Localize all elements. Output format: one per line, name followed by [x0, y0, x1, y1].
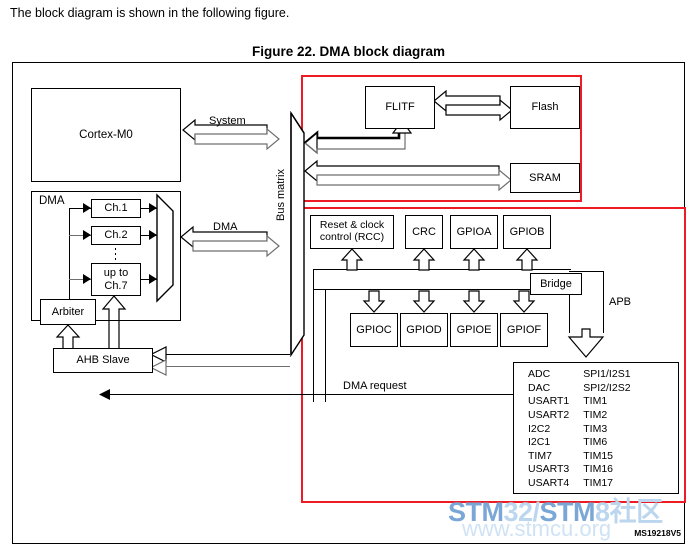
label-apb: APB: [609, 296, 632, 308]
block-bus-matrix: [290, 111, 305, 357]
apb-item: TIM17: [583, 477, 614, 490]
apb-item: SPI1/I2S1: [583, 368, 631, 380]
block-gpiod-label: GPIOD: [406, 323, 442, 336]
label-system: System: [209, 115, 246, 127]
bridge-down-left: [569, 295, 571, 333]
block-gpioe: GPIOE: [450, 313, 498, 347]
label-dma-bus: DMA: [213, 221, 238, 233]
apb-item: TIM3: [583, 422, 608, 435]
arrowhead-ahb-return-lower: [149, 359, 167, 376]
block-flitf: FLITF: [365, 86, 435, 129]
block-dma-group-label: DMA: [39, 195, 65, 207]
block-gpioa-label: GPIOA: [456, 225, 492, 238]
block-arbiter: Arbiter: [40, 299, 96, 325]
arrow-down-gpiod: [412, 290, 436, 313]
block-gpioe-label: GPIOE: [456, 323, 492, 336]
block-dma-channel-1-label: Ch.1: [104, 202, 128, 215]
block-gpioc-label: GPIOC: [356, 323, 392, 336]
label-dma-request: DMA request: [343, 380, 407, 392]
figure-title: Figure 22. DMA block diagram: [251, 44, 446, 59]
apb-peripheral-list: ADC DAC USART1 USART2 I2C2 I2C1 TIM7 USA…: [513, 362, 679, 494]
apb-item: TIM7: [528, 449, 552, 462]
arrow-up-gpiob: [515, 248, 539, 271]
block-gpiob-label: GPIOB: [509, 225, 545, 238]
arrow-ahb-to-arbiter: [55, 324, 81, 350]
bridge-right-top: [569, 271, 604, 273]
apb-item: TIM1: [583, 395, 608, 408]
arrow-up-rcc: [340, 248, 364, 271]
apb-item: TIM15: [583, 449, 614, 462]
block-rcc: Reset & clock control (RCC): [310, 215, 394, 249]
ahb-bus-left-riser: [313, 269, 315, 402]
block-dma-channel-7: up to Ch.7: [91, 263, 141, 296]
figure-frame: Cortex-M0 System DMA Ch.1 Ch.2 up to Ch.…: [12, 62, 686, 544]
figure-page: The block diagram is shown in the follow…: [0, 0, 697, 554]
apb-item: ADC: [528, 368, 551, 380]
apb-list-column-left: ADC DAC USART1 USART2 I2C2 I2C1 TIM7 USA…: [528, 368, 569, 491]
block-gpiob: GPIOB: [503, 215, 551, 249]
block-dma-channel-1: Ch.1: [91, 199, 141, 218]
apb-item: TIM6: [583, 436, 608, 449]
arrow-flitf-flash: [433, 89, 513, 122]
arrowhead-dma-request: [99, 389, 110, 400]
apb-item: USART1: [528, 395, 570, 408]
block-gpiof: GPIOF: [500, 313, 548, 347]
figure-id: MS19218V5: [634, 528, 681, 538]
block-gpioc: GPIOC: [350, 313, 398, 347]
block-ahb-slave: AHB Slave: [53, 348, 153, 373]
apb-list-column-right: SPI1/I2S1 SPI2/I2S2 TIM1 TIM2 TIM3 TIM6 …: [583, 368, 630, 491]
apb-item: USART4: [528, 477, 570, 490]
block-rcc-label-line2: control (RCC): [319, 231, 385, 243]
arrow-down-gpioe: [462, 290, 486, 313]
apb-item: I2C2: [528, 422, 551, 435]
block-dma-channel-2: Ch.2: [91, 226, 141, 245]
apb-item: TIM2: [583, 408, 608, 421]
block-bridge-label: Bridge: [540, 277, 572, 290]
block-bus-matrix-label: Bus matrix: [275, 169, 287, 221]
block-cortex-m0: Cortex-M0: [31, 88, 181, 182]
block-dma-channel-7-label-line1: up to: [103, 267, 129, 280]
apb-item: USART3: [528, 463, 570, 476]
apb-item: DAC: [528, 381, 551, 394]
block-flash: Flash: [510, 86, 580, 129]
arrow-up-crc: [412, 248, 436, 271]
block-crc-label: CRC: [412, 225, 436, 238]
arrow-down-gpioc: [362, 290, 386, 313]
bridge-right-riser: [603, 271, 605, 333]
block-crc: CRC: [405, 215, 443, 249]
block-flash-label: Flash: [531, 101, 559, 114]
arrow-up-gpioa: [462, 248, 486, 271]
apb-item: TIM16: [583, 463, 614, 476]
block-sram: SRAM: [510, 163, 580, 193]
block-cortex-m0-label: Cortex-M0: [79, 128, 133, 141]
block-flitf-label: FLITF: [385, 101, 415, 114]
ahb-slave-return-lower: [165, 366, 290, 368]
block-gpioa: GPIOA: [450, 215, 498, 249]
arrow-dma-bus: [180, 225, 280, 258]
apb-item: I2C1: [528, 436, 551, 449]
block-gpiod: GPIOD: [400, 313, 448, 347]
block-sram-label: SRAM: [529, 171, 561, 184]
apb-item: USART2: [528, 408, 570, 421]
arrow-bus-sram: [304, 159, 512, 192]
intro-text: The block diagram is shown in the follow…: [10, 6, 290, 20]
block-dma-channel-2-label: Ch.2: [104, 229, 128, 242]
bridge-in: [551, 269, 571, 271]
block-ahb-slave-label: AHB Slave: [76, 354, 130, 367]
block-gpiof-label: GPIOF: [506, 323, 542, 336]
apb-item: SPI2/I2S2: [583, 381, 631, 394]
block-arbiter-label: Arbiter: [51, 305, 85, 318]
block-bridge: Bridge: [530, 273, 582, 295]
dma-request-line: [105, 394, 513, 396]
ahb-bus-left-riser2: [325, 289, 327, 402]
block-dma-channel-7-label-line2: Ch.7: [104, 279, 128, 292]
arrow-apb-down: [567, 328, 605, 358]
